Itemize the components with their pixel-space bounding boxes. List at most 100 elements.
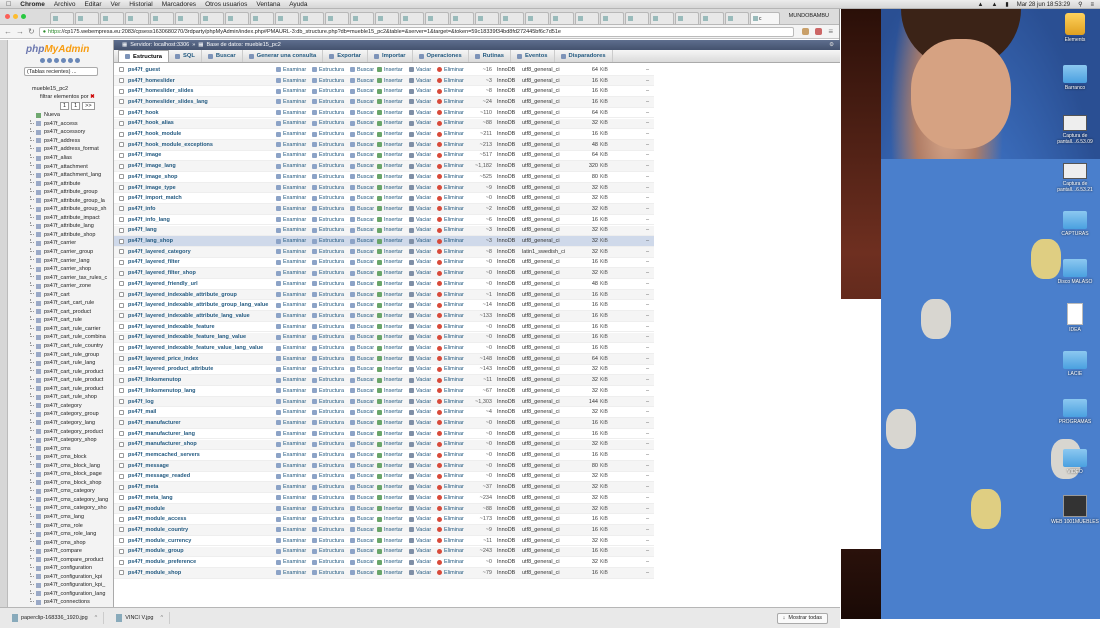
table-name-link[interactable]: ps47f_layered_category <box>128 249 276 255</box>
vaciar-action[interactable]: Vaciar <box>409 217 431 223</box>
insertar-action[interactable]: Insertar <box>377 174 403 180</box>
table-row[interactable]: ps47f_layered_indexable_attribute_group E… <box>114 289 654 301</box>
buscar-action[interactable]: Buscar <box>350 227 374 233</box>
nav-table-item[interactable]: ps47f_address <box>0 136 113 146</box>
examinar-action[interactable]: Examinar <box>276 292 306 298</box>
table-row[interactable]: ps47f_info Examinar Estructura Buscar Insert… <box>114 204 654 215</box>
table-row[interactable]: ps47f_layered_indexable_attribute_group_… <box>114 300 654 312</box>
examinar-action[interactable]: Examinar <box>276 495 306 501</box>
buscar-action[interactable]: Buscar <box>350 377 374 383</box>
eliminar-action[interactable]: Eliminar <box>437 570 464 576</box>
nav-table-item[interactable]: ps47f_attribute_group_la <box>0 196 113 205</box>
insertar-action[interactable]: Insertar <box>377 206 403 212</box>
table-row[interactable]: ps47f_homeslider_slides_lang Examinar Estr… <box>114 97 654 108</box>
clock[interactable]: Mar 28 jun 18:53:29 <box>1017 2 1070 8</box>
eliminar-action[interactable]: Eliminar <box>437 452 464 458</box>
examinar-action[interactable]: Examinar <box>276 78 306 84</box>
row-checkbox[interactable] <box>119 88 124 94</box>
vaciar-action[interactable]: Vaciar <box>409 377 431 383</box>
examinar-action[interactable]: Examinar <box>276 131 306 137</box>
insertar-action[interactable]: Insertar <box>377 142 403 148</box>
insertar-action[interactable]: Insertar <box>377 420 403 426</box>
estructura-action[interactable]: Estructura <box>312 120 344 126</box>
nav-table-item[interactable]: ps47f_attribute_lang <box>0 222 113 231</box>
table-row[interactable]: ps47f_image_shop Examinar Estructura Buscar… <box>114 172 654 183</box>
insertar-action[interactable]: Insertar <box>377 441 403 447</box>
eliminar-action[interactable]: Eliminar <box>437 495 464 501</box>
insertar-action[interactable]: Insertar <box>377 484 403 490</box>
table-row[interactable]: ps47f_layered_category Examinar Estructura… <box>114 246 654 258</box>
browser-tab[interactable]: c <box>750 12 780 24</box>
examinar-action[interactable]: Examinar <box>276 249 306 255</box>
table-name-link[interactable]: ps47f_layered_filter <box>128 259 276 265</box>
browser-tab[interactable] <box>675 12 699 24</box>
buscar-action[interactable]: Buscar <box>350 484 374 490</box>
nav-table-item[interactable]: ps47f_cms_role <box>0 521 113 530</box>
insertar-action[interactable]: Insertar <box>377 570 403 576</box>
table-row[interactable]: ps47f_hook Examinar Estructura Buscar Insert… <box>114 108 654 119</box>
vaciar-action[interactable]: Vaciar <box>409 324 431 330</box>
eliminar-action[interactable]: Eliminar <box>437 270 464 276</box>
table-row[interactable]: ps47f_meta Examinar Estructura Buscar Insert… <box>114 482 654 493</box>
browser-tab[interactable] <box>300 12 324 24</box>
eliminar-action[interactable]: Eliminar <box>437 313 464 319</box>
vaciar-action[interactable]: Vaciar <box>409 356 431 362</box>
desktop-item[interactable]: Disco MALASO <box>1051 259 1099 285</box>
buscar-action[interactable]: Buscar <box>350 548 374 554</box>
new-table-item[interactable]: Nueva <box>0 111 113 120</box>
menu-icon[interactable]: ≡ <box>828 27 833 36</box>
vaciar-action[interactable]: Vaciar <box>409 99 431 105</box>
eliminar-action[interactable]: Eliminar <box>437 120 464 126</box>
table-name-link[interactable]: ps47f_hook <box>128 110 276 116</box>
vaciar-action[interactable]: Vaciar <box>409 548 431 554</box>
table-row[interactable]: ps47f_linksmenutop Examinar Estructura Busc… <box>114 375 654 386</box>
desktop-item[interactable]: VIDEO <box>1051 449 1099 475</box>
nav-table-item[interactable]: ps47f_cart_rule_product <box>0 375 113 385</box>
eliminar-action[interactable]: Eliminar <box>437 431 464 437</box>
estructura-action[interactable]: Estructura <box>312 88 344 94</box>
estructura-action[interactable]: Estructura <box>312 377 344 383</box>
examinar-action[interactable]: Examinar <box>276 174 306 180</box>
eliminar-action[interactable]: Eliminar <box>437 163 464 169</box>
buscar-action[interactable]: Buscar <box>350 495 374 501</box>
table-name-link[interactable]: ps47f_layered_filter_shop <box>128 270 276 276</box>
table-name-link[interactable]: ps47f_meta <box>128 484 276 490</box>
eliminar-action[interactable]: Eliminar <box>437 506 464 512</box>
tab-estructura[interactable]: Estructura <box>118 50 169 62</box>
nav-table-item[interactable]: ps47f_attribute_group <box>0 187 113 197</box>
list-icon[interactable]: ≡ <box>1090 2 1094 8</box>
browser-tab[interactable] <box>500 12 524 24</box>
insertar-action[interactable]: Insertar <box>377 281 403 287</box>
buscar-action[interactable]: Buscar <box>350 67 374 73</box>
examinar-action[interactable]: Examinar <box>276 313 306 319</box>
row-checkbox[interactable] <box>119 473 124 479</box>
nav-table-item[interactable]: ps47f_cms <box>0 444 113 453</box>
nav-table-item[interactable]: ps47f_cart_cart_rule <box>0 299 113 308</box>
row-checkbox[interactable] <box>119 538 124 544</box>
breadcrumb-database[interactable]: Base de datos: mueble15_pc2 <box>206 42 280 48</box>
logout-icon[interactable] <box>47 58 52 63</box>
row-checkbox[interactable] <box>119 356 124 362</box>
browser-tab[interactable] <box>400 12 424 24</box>
table-name-link[interactable]: ps47f_module_currency <box>128 538 276 544</box>
insertar-action[interactable]: Insertar <box>377 399 403 405</box>
nav-table-item[interactable]: ps47f_carrier_group <box>0 247 113 257</box>
nav-table-item[interactable]: ps47f_cart_rule_shop <box>0 393 113 402</box>
table-name-link[interactable]: ps47f_image <box>128 152 276 158</box>
examinar-action[interactable]: Examinar <box>276 195 306 201</box>
insertar-action[interactable]: Insertar <box>377 217 403 223</box>
examinar-action[interactable]: Examinar <box>276 110 306 116</box>
vaciar-action[interactable]: Vaciar <box>409 302 431 308</box>
estructura-action[interactable]: Estructura <box>312 324 344 330</box>
row-checkbox[interactable] <box>119 99 124 105</box>
estructura-action[interactable]: Estructura <box>312 292 344 298</box>
insertar-action[interactable]: Insertar <box>377 131 403 137</box>
eliminar-action[interactable]: Eliminar <box>437 152 464 158</box>
table-row[interactable]: ps47f_layered_indexable_attribute_lang_v… <box>114 311 654 322</box>
table-name-link[interactable]: ps47f_guest <box>128 67 276 73</box>
menu-item-ver[interactable]: Ver <box>110 1 120 8</box>
examinar-action[interactable]: Examinar <box>276 431 306 437</box>
table-row[interactable]: ps47f_layered_friendly_url Examinar Estruc… <box>114 279 654 290</box>
vaciar-action[interactable]: Vaciar <box>409 452 431 458</box>
estructura-action[interactable]: Estructura <box>312 548 344 554</box>
